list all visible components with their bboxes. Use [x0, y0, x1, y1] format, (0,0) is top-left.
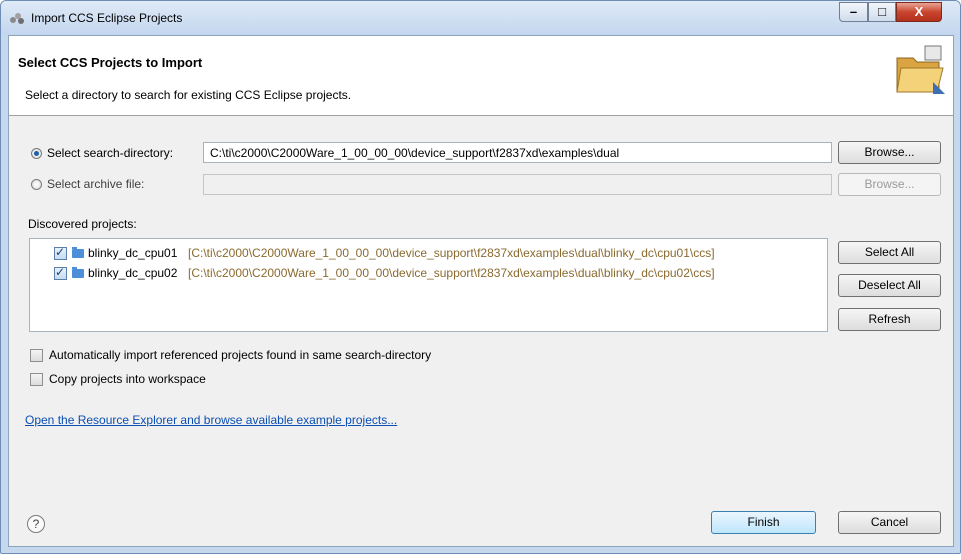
auto-import-checkbox[interactable] [30, 349, 43, 362]
refresh-button[interactable]: Refresh [838, 308, 941, 331]
close-icon: X [914, 4, 924, 19]
project-name: blinky_dc_cpu02 [88, 266, 178, 280]
dialog-window: Import CCS Eclipse Projects – □ X Select… [0, 0, 961, 554]
minimize-icon: – [849, 4, 858, 19]
search-directory-label: Select search-directory: [47, 146, 174, 160]
deselect-all-button[interactable]: Deselect All [838, 274, 941, 297]
search-directory-field[interactable]: C:\ti\c2000\C2000Ware_1_00_00_00\device_… [203, 142, 832, 163]
project-path: [C:\ti\c2000\C2000Ware_1_00_00_00\device… [188, 266, 715, 280]
list-item[interactable]: blinky_dc_cpu02 [C:\ti\c2000\C2000Ware_1… [30, 265, 827, 283]
title-bar[interactable]: Import CCS Eclipse Projects – □ X [1, 1, 960, 35]
select-all-button[interactable]: Select All [838, 241, 941, 264]
finish-button[interactable]: Finish [711, 511, 816, 534]
cancel-button[interactable]: Cancel [838, 511, 941, 534]
import-folder-icon [896, 45, 945, 94]
project-checkbox[interactable] [54, 245, 67, 260]
discovered-projects-list: blinky_dc_cpu01 [C:\ti\c2000\C2000Ware_1… [29, 238, 828, 332]
archive-file-label: Select archive file: [47, 177, 145, 191]
minimize-button[interactable]: – [839, 2, 868, 22]
maximize-icon: □ [878, 4, 886, 19]
ccs-app-icon [10, 13, 24, 24]
page-description: Select a directory to search for existin… [25, 88, 352, 102]
archive-file-radio[interactable] [31, 179, 42, 190]
project-path: [C:\ti\c2000\C2000Ware_1_00_00_00\device… [188, 246, 715, 260]
auto-import-label: Automatically import referenced projects… [49, 348, 432, 362]
project-folder-icon [72, 247, 84, 258]
browse-directory-button[interactable]: Browse... [838, 141, 941, 164]
project-name: blinky_dc_cpu01 [88, 246, 178, 260]
copy-projects-checkbox[interactable] [30, 373, 43, 386]
wizard-header: Select CCS Projects to Import Select a d… [9, 36, 953, 116]
help-icon[interactable]: ? [27, 515, 45, 533]
project-folder-icon [72, 267, 84, 278]
resource-explorer-link[interactable]: Open the Resource Explorer and browse av… [25, 413, 397, 427]
archive-file-field[interactable] [203, 174, 832, 195]
browse-archive-button[interactable]: Browse... [838, 173, 941, 196]
search-directory-radio[interactable] [31, 148, 42, 159]
list-item[interactable]: blinky_dc_cpu01 [C:\ti\c2000\C2000Ware_1… [30, 245, 827, 263]
window-title: Import CCS Eclipse Projects [31, 11, 183, 25]
page-title: Select CCS Projects to Import [18, 55, 203, 70]
copy-projects-label: Copy projects into workspace [49, 372, 206, 386]
dialog-client: Select CCS Projects to Import Select a d… [8, 35, 954, 547]
project-checkbox[interactable] [54, 265, 67, 280]
close-button[interactable]: X [896, 2, 942, 22]
discovered-projects-label: Discovered projects: [28, 217, 137, 231]
maximize-button[interactable]: □ [868, 2, 896, 22]
